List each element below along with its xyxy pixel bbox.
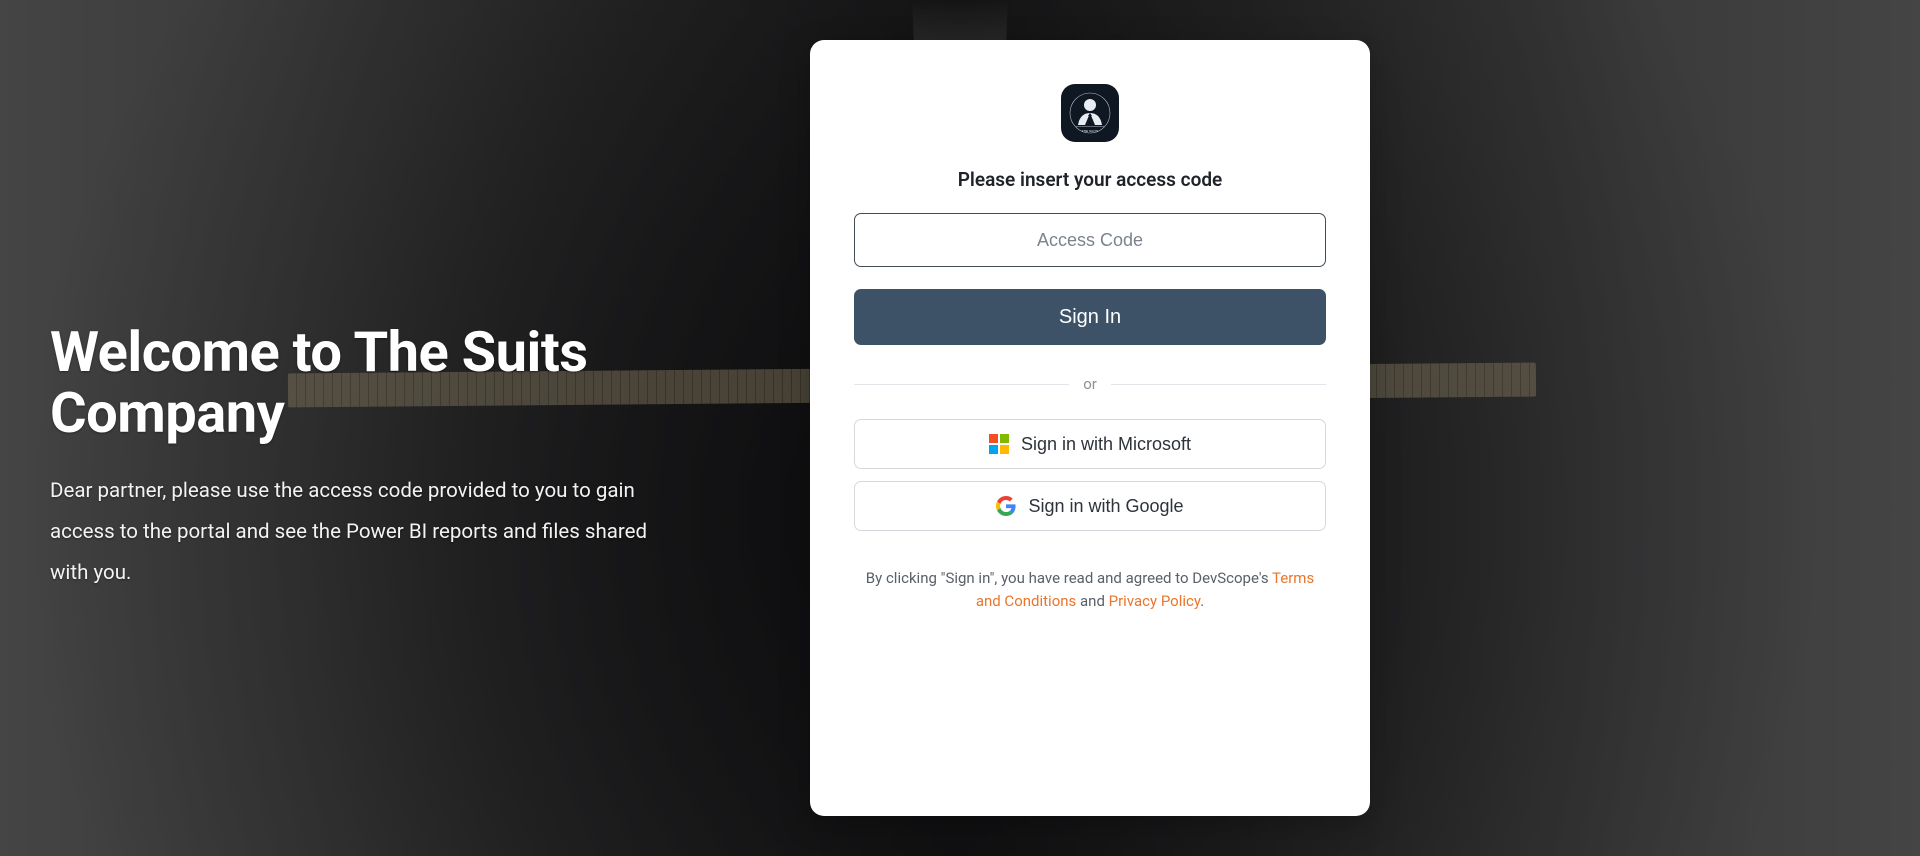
google-signin-button[interactable]: Sign in with Google <box>854 481 1326 531</box>
page-subtitle: Dear partner, please use the access code… <box>50 471 690 594</box>
legal-suffix: . <box>1200 592 1204 610</box>
logo-label: THE SUITS <box>1082 129 1098 133</box>
suit-icon: THE SUITS <box>1068 91 1112 135</box>
microsoft-icon <box>989 434 1009 454</box>
privacy-link[interactable]: Privacy Policy <box>1109 592 1201 610</box>
sign-in-button[interactable]: Sign In <box>854 289 1326 345</box>
microsoft-signin-label: Sign in with Microsoft <box>1021 434 1191 455</box>
page-title: Welcome to The Suits Company <box>50 322 770 443</box>
divider: or <box>854 375 1326 393</box>
signin-card: THE SUITS Please insert your access code… <box>810 40 1370 816</box>
hero-section: Welcome to The Suits Company Dear partne… <box>50 40 770 816</box>
legal-prefix: By clicking "Sign in", you have read and… <box>866 569 1272 587</box>
google-icon <box>996 496 1016 516</box>
logo-container: THE SUITS <box>854 84 1326 142</box>
divider-label: or <box>1069 375 1111 393</box>
page-layout: Welcome to The Suits Company Dear partne… <box>0 0 1920 856</box>
access-code-input[interactable] <box>854 213 1326 267</box>
legal-joiner: and <box>1080 592 1109 610</box>
microsoft-signin-button[interactable]: Sign in with Microsoft <box>854 419 1326 469</box>
brand-logo: THE SUITS <box>1061 84 1119 142</box>
access-code-prompt: Please insert your access code <box>854 168 1326 191</box>
legal-text: By clicking "Sign in", you have read and… <box>854 567 1326 614</box>
google-signin-label: Sign in with Google <box>1028 496 1183 517</box>
